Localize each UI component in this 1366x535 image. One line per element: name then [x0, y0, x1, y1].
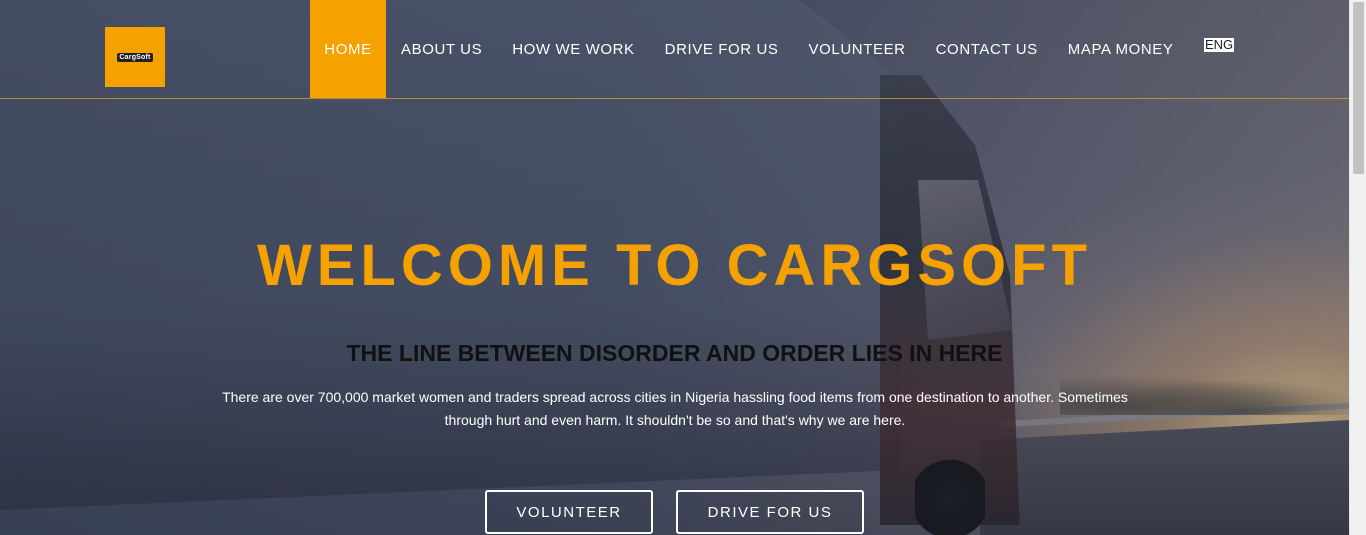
scrollbar-thumb[interactable]: [1353, 2, 1364, 174]
hero-title: WELCOME TO CARGSOFT: [256, 233, 1092, 298]
nav-item-contact-us[interactable]: CONTACT US: [921, 0, 1053, 98]
page-scrollbar[interactable]: [1349, 0, 1366, 535]
site-logo[interactable]: CargSoft: [105, 27, 165, 87]
hero-description: There are over 700,000 market women and …: [222, 389, 1128, 428]
volunteer-button[interactable]: VOLUNTEER: [485, 490, 653, 534]
nav-item-mapa-money[interactable]: MAPA MONEY: [1053, 0, 1189, 98]
site-header: CargSoft HOME ABOUT US HOW WE WORK DRIVE…: [0, 0, 1349, 99]
nav-item-about-us[interactable]: ABOUT US: [386, 0, 497, 98]
hero-subtitle: THE LINE BETWEEN DISORDER AND ORDER LIES…: [346, 340, 1003, 366]
nav-item-drive-for-us[interactable]: DRIVE FOR US: [650, 0, 794, 98]
language-selector[interactable]: ENG: [1204, 38, 1235, 52]
logo-text: CargSoft: [117, 52, 153, 62]
nav-item-home[interactable]: HOME: [310, 0, 386, 98]
nav-item-how-we-work[interactable]: HOW WE WORK: [497, 0, 649, 98]
drive-for-us-button[interactable]: DRIVE FOR US: [676, 490, 864, 534]
nav-item-volunteer[interactable]: VOLUNTEER: [794, 0, 921, 98]
main-nav: HOME ABOUT US HOW WE WORK DRIVE FOR US V…: [310, 0, 1189, 98]
